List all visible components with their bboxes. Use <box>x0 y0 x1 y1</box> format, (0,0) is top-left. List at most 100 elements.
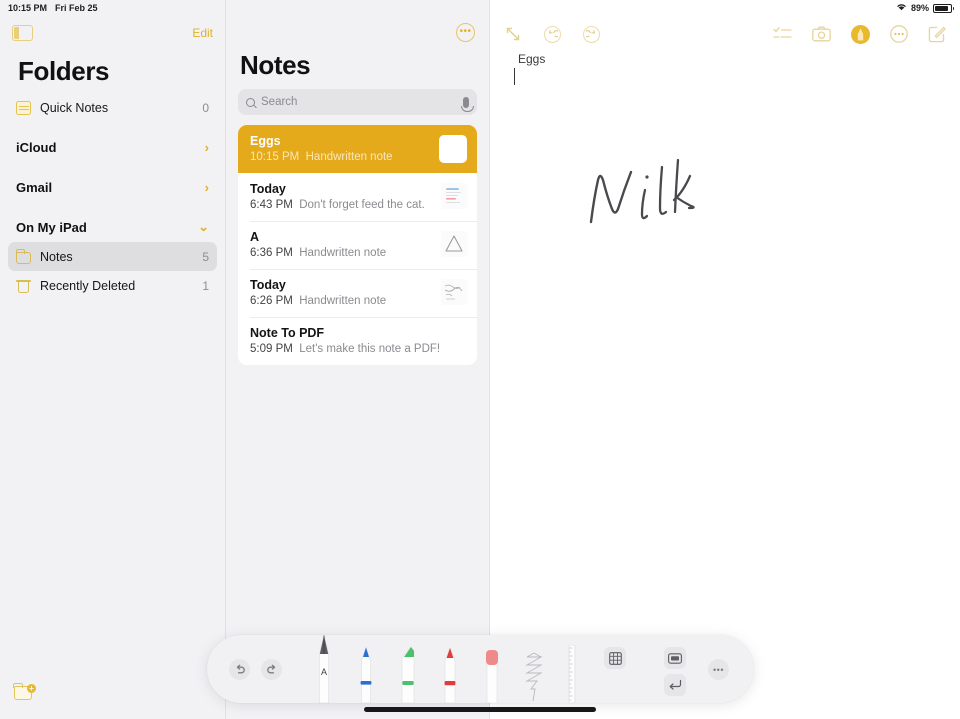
trash-icon <box>16 278 31 293</box>
chevron-down-icon[interactable]: ⌄ <box>198 219 209 235</box>
expand-arrows-icon[interactable] <box>504 25 522 43</box>
note-thumbnail <box>441 183 467 209</box>
sidebar-toggle-icon[interactable] <box>12 25 33 41</box>
status-time: 10:15 PM <box>8 3 48 13</box>
undo-circle-icon[interactable] <box>544 25 561 43</box>
note-list-item-today-cat[interactable]: Today 6:43 PM Don't forget feed the cat. <box>238 173 477 221</box>
sidebar-item-count: 1 <box>202 278 209 293</box>
note-preview: Handwritten note <box>299 247 387 259</box>
note-thumbnail <box>441 231 467 257</box>
table-icon[interactable] <box>604 647 626 669</box>
undo-icon[interactable] <box>229 659 250 680</box>
note-time: 6:26 PM <box>250 295 293 307</box>
sidebar-section-on-my-ipad[interactable]: On My iPad ⌄ <box>8 212 217 242</box>
sidebar-item-label: Quick Notes <box>40 100 109 115</box>
more-ellipsis-icon[interactable]: ••• <box>708 659 729 680</box>
note-thumbnail <box>439 135 467 163</box>
return-key-icon[interactable] <box>664 674 686 696</box>
sidebar-item-quick-notes[interactable]: Quick Notes 0 <box>8 93 217 122</box>
compose-note-icon[interactable] <box>928 25 946 43</box>
red-marker-tool[interactable] <box>435 647 465 703</box>
folder-icon <box>15 248 31 264</box>
text-caret <box>514 68 516 85</box>
note-editor: Eggs <box>490 0 960 719</box>
chevron-right-icon[interactable]: › <box>205 140 209 155</box>
folders-sidebar: Edit Folders Quick Notes 0 iCloud › Gmai… <box>0 0 226 719</box>
note-time: 6:43 PM <box>250 199 293 211</box>
sidebar-toolbar: Edit <box>0 18 225 48</box>
status-bar: 10:15 PM Fri Feb 25 89% <box>0 0 960 16</box>
note-preview: Don't forget feed the cat. <box>299 199 425 211</box>
camera-icon[interactable] <box>812 26 831 42</box>
handwriting-canvas[interactable] <box>490 0 960 719</box>
notes-list-title: Notes <box>240 50 311 80</box>
note-subtitle: 6:43 PM Don't forget feed the cat. <box>250 198 433 213</box>
battery-icon <box>933 3 954 13</box>
status-date: Fri Feb 25 <box>55 3 98 13</box>
microphone-icon[interactable] <box>460 96 474 112</box>
notes-card: Eggs 10:15 PM Handwritten note Today 6:4… <box>238 125 477 365</box>
search-input[interactable]: Search <box>238 89 477 115</box>
note-list-item-a[interactable]: A 6:36 PM Handwritten note <box>238 221 477 269</box>
note-list-item-note-to-pdf[interactable]: Note To PDF 5:09 PM Let's make this note… <box>238 317 477 365</box>
edit-button[interactable]: Edit <box>192 26 213 40</box>
green-highlighter-tool[interactable] <box>393 645 423 703</box>
note-title: Today <box>250 182 286 196</box>
notes-list-panel: ••• Notes Search Eggs 10:15 PM Handwritt… <box>226 0 490 719</box>
note-time: 6:36 PM <box>250 247 293 259</box>
note-subtitle: 6:26 PM Handwritten note <box>250 294 433 309</box>
more-ellipsis-circle-icon[interactable] <box>890 25 908 43</box>
checklist-icon[interactable] <box>773 26 792 42</box>
note-thumbnail <box>441 279 467 305</box>
new-folder-icon[interactable]: + <box>13 683 36 701</box>
wifi-icon <box>896 3 907 13</box>
editor-note-title: Eggs <box>518 52 546 66</box>
note-preview: Let's make this note a PDF! <box>299 343 441 355</box>
sidebar-item-recently-deleted[interactable]: Recently Deleted 1 <box>8 271 217 300</box>
note-list-item-today-hand[interactable]: Today 6:26 PM Handwritten note <box>238 269 477 317</box>
ruler-tool[interactable] <box>557 645 587 703</box>
quick-note-icon <box>16 100 31 115</box>
tool-label: A <box>320 667 327 677</box>
note-title: A <box>250 230 260 244</box>
sidebar-section-label: iCloud <box>16 139 57 155</box>
note-title: Eggs <box>250 134 281 148</box>
sidebar-section-label: Gmail <box>16 179 53 195</box>
sidebar-item-label: Recently Deleted <box>40 278 136 293</box>
sidebar-item-label: Notes <box>40 249 73 264</box>
battery-percent: 89% <box>910 3 929 13</box>
pink-eraser-tool[interactable] <box>477 649 507 703</box>
note-preview: Handwritten note <box>305 151 393 163</box>
more-ellipsis-icon[interactable]: ••• <box>456 22 475 42</box>
note-subtitle: 10:15 PM Handwritten note <box>250 150 431 165</box>
blue-pen-tool[interactable] <box>351 647 381 703</box>
redo-circle-icon[interactable] <box>583 25 600 43</box>
note-preview: Handwritten note <box>299 295 387 307</box>
note-time: 5:09 PM <box>250 343 293 355</box>
chevron-right-icon[interactable]: › <box>205 180 209 195</box>
scribble-pen-tool[interactable]: A <box>309 635 339 703</box>
note-list-item-eggs[interactable]: Eggs 10:15 PM Handwritten note <box>238 125 477 173</box>
sidebar-item-count: 0 <box>202 100 209 115</box>
sidebar-section-gmail[interactable]: Gmail › <box>8 172 217 202</box>
note-subtitle: 6:36 PM Handwritten note <box>250 246 433 261</box>
sidebar-section-label: On My iPad <box>16 219 87 235</box>
search-placeholder: Search <box>261 96 298 108</box>
tool-strip: A <box>299 635 589 703</box>
note-title: Today <box>250 278 286 292</box>
note-time: 10:15 PM <box>250 151 300 163</box>
keyboard-icon[interactable] <box>664 647 686 669</box>
redo-icon[interactable] <box>261 659 282 680</box>
ipad-notes-screen: 10:15 PM Fri Feb 25 89% Edit Folders Qui… <box>0 0 960 719</box>
markup-tool-palette: A ••• <box>207 635 754 703</box>
note-subtitle: 5:09 PM Let's make this note a PDF! <box>250 342 467 357</box>
page-title: Folders <box>18 56 110 86</box>
sidebar-section-icloud[interactable]: iCloud › <box>8 132 217 162</box>
home-indicator <box>364 707 596 712</box>
lasso-select-tool[interactable] <box>519 651 549 703</box>
palette-actions: ••• <box>598 635 738 703</box>
markup-pen-icon[interactable] <box>851 24 870 44</box>
note-title: Note To PDF <box>250 326 325 340</box>
sidebar-item-count: 5 <box>202 249 209 264</box>
sidebar-item-notes[interactable]: Notes 5 <box>8 242 217 271</box>
